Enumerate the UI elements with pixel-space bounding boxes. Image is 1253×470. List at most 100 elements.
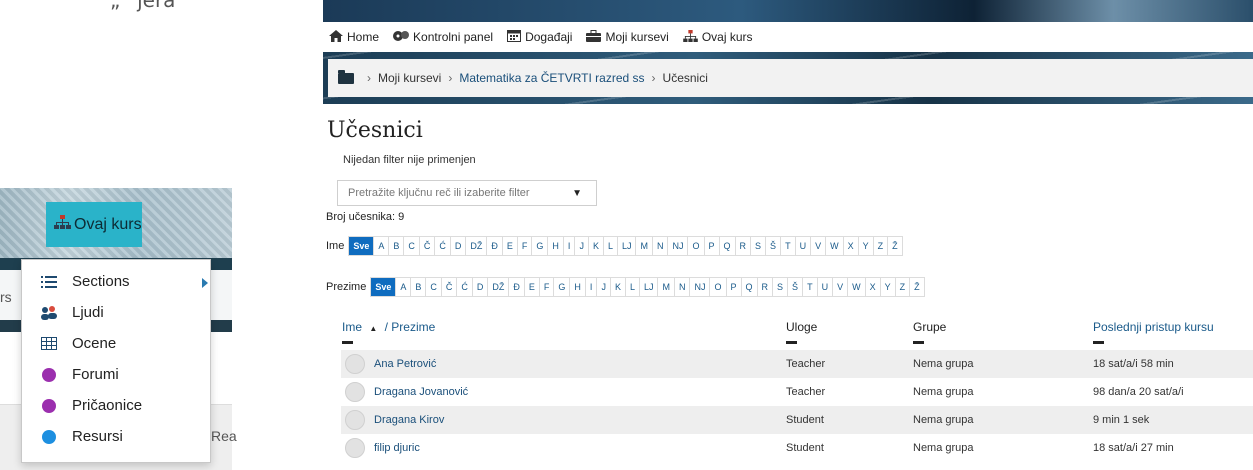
last-initial-letter[interactable]: Q — [741, 278, 758, 296]
last-initial-letter[interactable]: H — [570, 278, 586, 296]
last-initial-letter[interactable]: V — [833, 278, 849, 296]
first-initial-letter[interactable]: B — [389, 237, 405, 255]
last-initial-letter[interactable]: E — [524, 278, 540, 296]
avatar[interactable] — [345, 410, 365, 430]
first-initial-letter[interactable]: R — [735, 237, 752, 255]
nav-home[interactable]: Home — [329, 29, 379, 45]
nav-moji-kursevi[interactable]: Moji kursevi — [586, 29, 669, 45]
menu-item-ljudi[interactable]: Ljudi — [22, 297, 210, 328]
first-initial-letter[interactable]: X — [843, 237, 859, 255]
first-initial-letter[interactable]: C — [404, 237, 420, 255]
last-initial-letter[interactable]: R — [757, 278, 774, 296]
first-initial-letter[interactable]: NJ — [668, 237, 689, 255]
last-initial-letter[interactable]: W — [848, 278, 866, 296]
first-initial-letter[interactable]: U — [795, 237, 812, 255]
first-initial-letter-all[interactable]: Sve — [349, 237, 375, 255]
last-initial-letter[interactable]: X — [865, 278, 881, 296]
collapse-column-icon[interactable] — [786, 341, 797, 344]
last-initial-letter[interactable]: C — [426, 278, 442, 296]
first-initial-letter[interactable]: Đ — [487, 237, 503, 255]
last-initial-letter[interactable]: DŽ — [488, 278, 510, 296]
last-initial-letter[interactable]: Ž — [910, 278, 924, 296]
first-initial-letter[interactable]: LJ — [617, 237, 637, 255]
first-initial-letter[interactable]: K — [588, 237, 604, 255]
first-initial-letter[interactable]: Q — [719, 237, 736, 255]
avatar[interactable] — [345, 438, 365, 458]
nav-dogadjaji[interactable]: Događaji — [507, 29, 572, 45]
nav-ovaj-kurs[interactable]: Ovaj kurs — [683, 29, 753, 45]
last-initial-letter[interactable]: J — [597, 278, 611, 296]
participant-name-link[interactable]: filip djuric — [374, 442, 420, 454]
header-last-access[interactable]: Poslednji pristup kursu — [1093, 320, 1214, 344]
last-initial-letter[interactable]: L — [625, 278, 640, 296]
first-initial-letter[interactable]: DŽ — [466, 237, 488, 255]
last-initial-letter[interactable]: P — [726, 278, 742, 296]
last-initial-letter[interactable]: F — [539, 278, 555, 296]
breadcrumb-moji-kursevi[interactable]: Moji kursevi — [378, 71, 441, 85]
menu-item-ocene[interactable]: Ocene — [22, 328, 210, 359]
last-initial-letter[interactable]: Đ — [509, 278, 525, 296]
last-initial-letter[interactable]: Ć — [457, 278, 473, 296]
first-initial-letter[interactable]: D — [450, 237, 467, 255]
participant-name-link[interactable]: Dragana Jovanović — [374, 386, 468, 398]
menu-item-forumi[interactable]: Forumi — [22, 359, 210, 390]
last-initial-letter[interactable]: D — [472, 278, 489, 296]
first-initial-letter[interactable]: Š — [766, 237, 782, 255]
first-initial-letter[interactable]: O — [688, 237, 705, 255]
avatar[interactable] — [345, 354, 365, 374]
last-initial-letter[interactable]: U — [817, 278, 834, 296]
last-initial-letter[interactable]: Š — [788, 278, 804, 296]
first-initial-letter[interactable]: N — [652, 237, 669, 255]
last-initial-letter[interactable]: Č — [441, 278, 458, 296]
first-initial-letter[interactable]: V — [811, 237, 827, 255]
first-initial-letter[interactable]: M — [636, 237, 653, 255]
first-initial-letter[interactable]: H — [548, 237, 564, 255]
first-initial-letter[interactable]: I — [563, 237, 576, 255]
filter-search-select[interactable]: Pretražite ključnu reč ili izaberite fil… — [337, 180, 597, 206]
first-initial-letter[interactable]: A — [374, 237, 390, 255]
last-initial-letter-all[interactable]: Sve — [371, 278, 397, 296]
first-initial-letter[interactable]: L — [603, 237, 618, 255]
breadcrumb-course[interactable]: Matematika za ČETVRTI razred ss — [459, 71, 644, 85]
last-initial-letter[interactable]: NJ — [690, 278, 711, 296]
participant-name-link[interactable]: Dragana Kirov — [374, 414, 444, 426]
menu-item-resursi[interactable]: Resursi — [22, 421, 210, 452]
first-initial-letter[interactable]: F — [517, 237, 533, 255]
nav-kontrolni-panel[interactable]: Kontrolni panel — [393, 30, 493, 45]
collapse-column-icon[interactable] — [1093, 341, 1104, 344]
last-initial-letter[interactable]: I — [585, 278, 598, 296]
header-name[interactable]: Ime ▲ / Prezime — [342, 320, 435, 344]
last-initial-letter[interactable]: Z — [895, 278, 911, 296]
header-label[interactable]: Poslednji pristup kursu — [1093, 320, 1214, 334]
last-initial-letter[interactable]: A — [396, 278, 412, 296]
header-first-name[interactable]: Ime — [342, 320, 362, 334]
header-surname[interactable]: / Prezime — [385, 320, 436, 334]
collapse-column-icon[interactable] — [913, 341, 924, 344]
last-initial-letter[interactable]: K — [610, 278, 626, 296]
last-initial-letter[interactable]: G — [554, 278, 571, 296]
last-initial-letter[interactable]: Y — [880, 278, 896, 296]
last-initial-letter[interactable]: M — [658, 278, 675, 296]
first-initial-letter[interactable]: E — [502, 237, 518, 255]
menu-item-pricaonice[interactable]: Pričaonice — [22, 390, 210, 421]
last-initial-letter[interactable]: N — [674, 278, 691, 296]
first-initial-letter[interactable]: S — [751, 237, 767, 255]
first-initial-letter[interactable]: P — [704, 237, 720, 255]
last-initial-letter[interactable]: O — [710, 278, 727, 296]
ovaj-kurs-tab[interactable]: Ovaj kurs — [46, 202, 142, 247]
first-initial-letter[interactable]: T — [781, 237, 796, 255]
menu-item-sections[interactable]: Sections — [22, 266, 210, 297]
last-initial-letter[interactable]: B — [411, 278, 427, 296]
first-initial-letter[interactable]: G — [532, 237, 549, 255]
last-initial-letter[interactable]: S — [773, 278, 789, 296]
avatar[interactable] — [345, 382, 365, 402]
first-initial-letter[interactable]: Y — [858, 237, 874, 255]
first-initial-letter[interactable]: Ž — [888, 237, 902, 255]
participant-name-link[interactable]: Ana Petrović — [374, 358, 436, 370]
last-initial-letter[interactable]: T — [803, 278, 818, 296]
first-initial-letter[interactable]: W — [826, 237, 844, 255]
first-initial-letter[interactable]: J — [575, 237, 589, 255]
first-initial-letter[interactable]: Z — [873, 237, 889, 255]
last-initial-letter[interactable]: LJ — [639, 278, 659, 296]
first-initial-letter[interactable]: Ć — [435, 237, 451, 255]
